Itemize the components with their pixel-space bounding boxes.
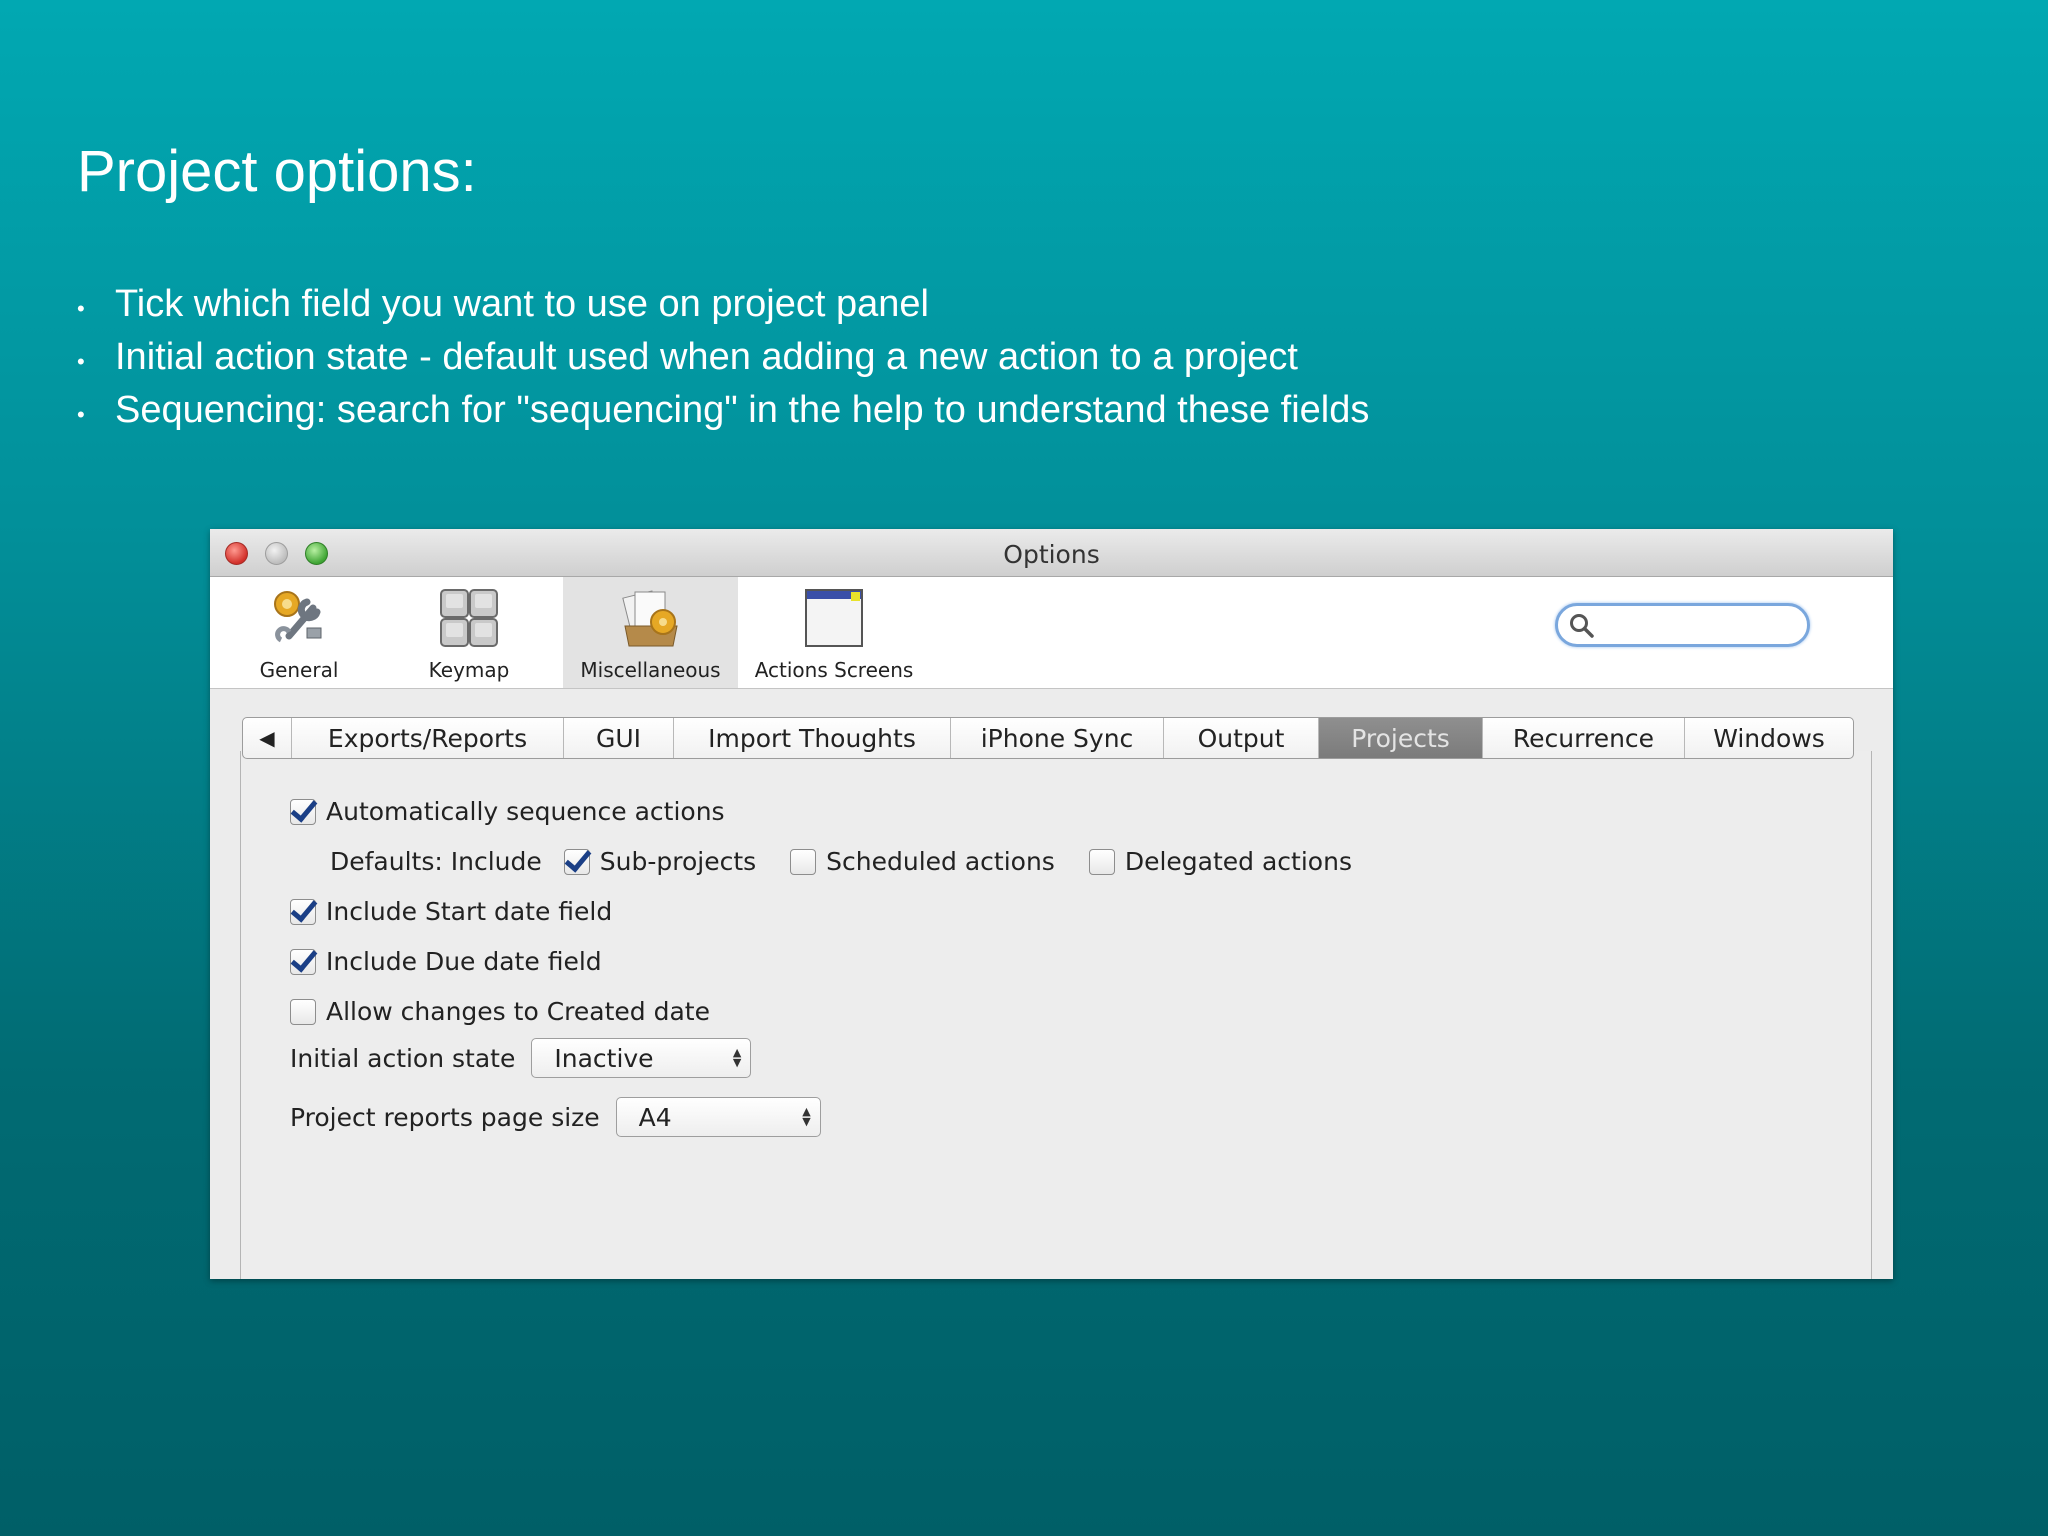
actions-screens-icon (805, 589, 863, 647)
start-date-option[interactable]: Include Start date field (290, 897, 612, 926)
page-size-select[interactable]: A4 ▲ ▼ (615, 1097, 821, 1137)
defaults-include-label: Defaults: Include (330, 847, 542, 876)
bullet-item: • Sequencing: search for "sequencing" in … (77, 386, 1369, 439)
delegated-actions-checkbox[interactable] (1088, 848, 1115, 875)
keymap-icon (440, 589, 498, 647)
bullet-item: • Initial action state - default used whe… (77, 333, 1369, 386)
due-date-label: Include Due date field (326, 947, 602, 976)
bullet-icon: • (77, 296, 85, 321)
tab-output[interactable]: Output (1163, 718, 1318, 758)
page-size-row: Project reports page size A4 ▲ ▼ (290, 1097, 821, 1137)
toolbar-keymap-button[interactable]: Keymap (415, 577, 523, 688)
toolbar-label: General (259, 658, 339, 682)
bullet-item: • Tick which field you want to use on pro… (77, 280, 1369, 333)
options-window: Options General Keymap Miscellaneous Act… (210, 529, 1893, 1279)
delegated-actions-label: Delegated actions (1124, 847, 1352, 876)
search-icon (1570, 614, 1594, 638)
title-bar: Options (210, 529, 1893, 577)
sub-projects-label: Sub-projects (599, 847, 757, 876)
page-size-value: A4 (638, 1102, 672, 1132)
initial-action-state-value: Inactive (554, 1043, 654, 1073)
start-date-label: Include Start date field (326, 897, 613, 926)
initial-action-state-select[interactable]: Inactive ▲ ▼ (531, 1038, 752, 1078)
tab-bar: ◀ Exports/Reports GUI Import Thoughts iP… (242, 717, 1854, 759)
tab-projects[interactable]: Projects (1318, 718, 1482, 758)
search-field[interactable] (1555, 603, 1810, 647)
tab-exports-reports[interactable]: Exports/Reports (291, 718, 563, 758)
bullet-text: Sequencing: search for "sequencing" in t… (115, 389, 1370, 431)
created-date-checkbox[interactable] (290, 998, 316, 1025)
tab-windows[interactable]: Windows (1684, 718, 1853, 758)
general-icon (274, 591, 322, 643)
tab-scroll-left-button[interactable]: ◀ (243, 718, 291, 758)
tab-gui[interactable]: GUI (563, 718, 673, 758)
toolbar-actions-screens-button[interactable]: Actions Screens (748, 577, 920, 688)
auto-sequence-label: Automatically sequence actions (326, 797, 725, 826)
start-date-checkbox[interactable] (290, 898, 316, 925)
toolbar-general-button[interactable]: General (240, 577, 358, 688)
defaults-include-row: Defaults: Include Sub-projects Scheduled… (330, 847, 1352, 876)
toolbar-label: Miscellaneous (580, 658, 721, 682)
projects-tab-content: ◀ Exports/Reports GUI Import Thoughts iP… (210, 689, 1893, 1279)
created-date-label: Allow changes to Created date (326, 997, 710, 1026)
sub-projects-checkbox[interactable] (563, 848, 590, 875)
scheduled-actions-label: Scheduled actions (826, 847, 1055, 876)
tab-import-thoughts[interactable]: Import Thoughts (673, 718, 950, 758)
scheduled-actions-checkbox[interactable] (790, 848, 817, 875)
auto-sequence-checkbox[interactable] (290, 798, 316, 825)
toolbar: General Keymap Miscellaneous Actions Scr… (210, 577, 1893, 689)
updown-arrows-icon: ▲ ▼ (732, 1046, 742, 1069)
toolbar-label: Actions Screens (754, 658, 914, 682)
due-date-checkbox[interactable] (290, 948, 316, 975)
toolbar-label: Keymap (428, 658, 510, 682)
search-input[interactable] (1598, 610, 1798, 640)
initial-action-state-row: Initial action state Inactive ▲ ▼ (290, 1038, 752, 1078)
created-date-option[interactable]: Allow changes to Created date (290, 997, 710, 1026)
bullet-list: • Tick which field you want to use on pro… (77, 280, 1369, 439)
auto-sequence-option[interactable]: Automatically sequence actions (290, 797, 725, 826)
bullet-text: Initial action state - default used when… (115, 336, 1298, 378)
updown-arrows-icon: ▲ ▼ (802, 1105, 811, 1128)
tab-iphone-sync[interactable]: iPhone Sync (950, 718, 1163, 758)
due-date-option[interactable]: Include Due date field (290, 947, 602, 976)
window-title: Options (1003, 540, 1100, 569)
toolbar-miscellaneous-button[interactable]: Miscellaneous (563, 577, 738, 688)
bullet-text: Tick which field you want to use on proj… (115, 283, 929, 325)
bullet-icon: • (77, 349, 85, 374)
bullet-icon: • (77, 402, 85, 427)
slide-title: Project options: (77, 139, 477, 204)
tab-recurrence[interactable]: Recurrence (1482, 718, 1684, 758)
page-size-label: Project reports page size (290, 1102, 600, 1132)
initial-action-state-label: Initial action state (290, 1043, 516, 1073)
miscellaneous-icon (621, 590, 678, 647)
